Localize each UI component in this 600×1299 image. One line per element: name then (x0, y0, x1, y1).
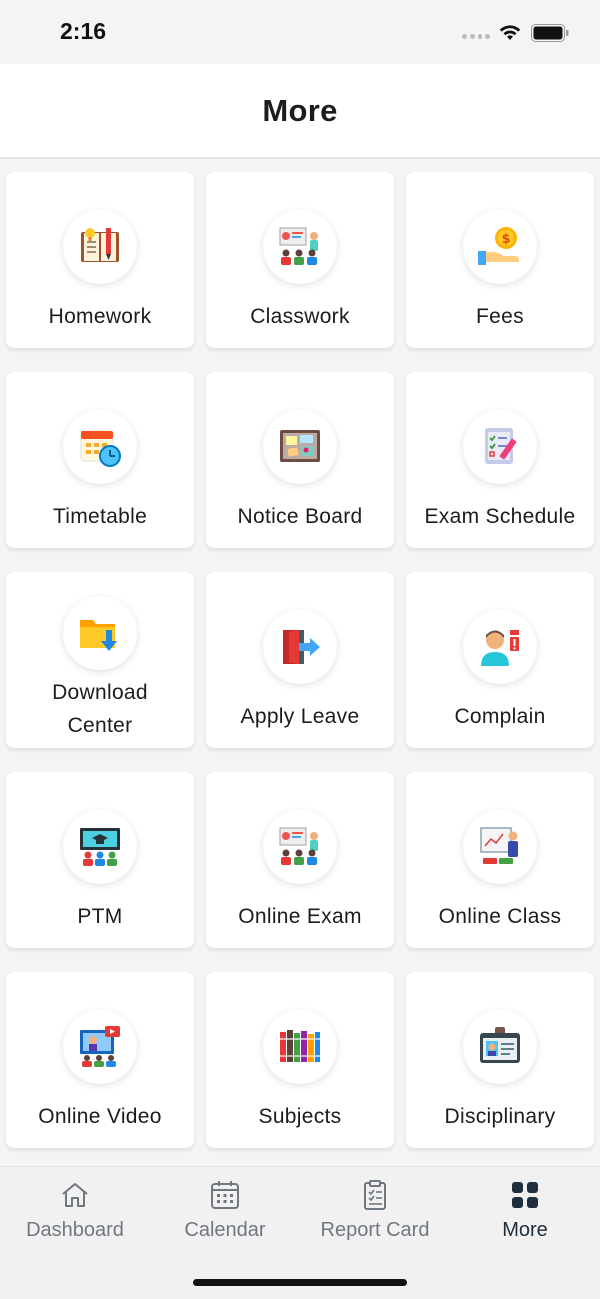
menu-tile-label-line1: Download (52, 681, 148, 704)
menu-tile-apply-leave[interactable]: Apply Leave (206, 572, 394, 748)
tab-label: More (502, 1219, 548, 1241)
menu-tile-label: Exam Schedule (424, 505, 576, 528)
wifi-icon (499, 25, 521, 40)
tab-more[interactable]: More (450, 1179, 600, 1249)
menu-tile-classwork[interactable]: Classwork (206, 172, 394, 348)
graduation-screen-icon (63, 810, 137, 884)
grid-icon (512, 1182, 538, 1208)
menu-tile-notice-board[interactable]: Notice Board (206, 372, 394, 548)
menu-tile-label: Subjects (258, 1105, 342, 1128)
menu-tile-label: Fees (476, 305, 524, 328)
svg-text:$: $ (501, 232, 510, 247)
checklist-pencil-icon (463, 410, 537, 484)
menu-tile-online-exam[interactable]: Online Exam (206, 772, 394, 948)
menu-tile-label: Timetable (52, 505, 148, 528)
menu-tile-disciplinary[interactable]: Disciplinary (406, 972, 594, 1148)
menu-tile-label: Apply Leave (240, 705, 360, 728)
menu-tile-label: Online Video (38, 1105, 162, 1128)
tab-label: Dashboard (26, 1219, 124, 1241)
menu-tile-timetable[interactable]: Timetable (6, 372, 194, 548)
menu-tile-label: Homework (48, 305, 152, 328)
notice-board-icon (263, 410, 337, 484)
tab-dashboard[interactable]: Dashboard (0, 1179, 150, 1249)
clipboard-icon (364, 1180, 386, 1210)
signal-icon (462, 34, 490, 42)
menu-tile-download-center[interactable]: Download Center (6, 572, 194, 748)
menu-grid: Homework Classwork $ Fees Timetable Noti… (0, 160, 600, 1166)
calendar-clock-icon (63, 410, 137, 484)
menu-tile-online-video[interactable]: Online Video (6, 972, 194, 1148)
books-icon (263, 1010, 337, 1084)
tab-report-card[interactable]: Report Card (300, 1179, 450, 1249)
menu-tile-label: Classwork (250, 305, 350, 328)
coin-hand-icon: $ (463, 210, 537, 284)
battery-icon (531, 24, 569, 42)
homework-book-icon (63, 210, 137, 284)
id-card-icon (463, 1010, 537, 1084)
tab-label: Report Card (320, 1219, 430, 1241)
home-icon (62, 1183, 88, 1207)
menu-tile-label: Online Class (438, 905, 562, 928)
menu-tile-label: Online Exam (238, 905, 362, 928)
menu-tile-label: Complain (454, 705, 546, 728)
folder-download-icon (63, 596, 137, 670)
person-alert-icon (463, 610, 537, 684)
calendar-icon (211, 1181, 239, 1209)
menu-tile-label: Notice Board (237, 505, 363, 528)
page-title: More (262, 92, 338, 128)
menu-tile-label: Download Center (52, 676, 148, 742)
menu-tile-subjects[interactable]: Subjects (206, 972, 394, 1148)
video-presentation-icon (63, 1010, 137, 1084)
menu-tile-label: Disciplinary (444, 1105, 556, 1128)
menu-tile-label-line2: Center (67, 714, 133, 737)
menu-tile-complain[interactable]: Complain (406, 572, 594, 748)
teacher-whiteboard-icon (463, 810, 537, 884)
menu-tile-homework[interactable]: Homework (6, 172, 194, 348)
home-indicator[interactable] (193, 1279, 407, 1286)
status-bar: 2:16 (0, 0, 600, 64)
menu-tile-exam-schedule[interactable]: Exam Schedule (406, 372, 594, 548)
app-header: More (0, 64, 600, 159)
menu-tile-fees[interactable]: $ Fees (406, 172, 594, 348)
status-time: 2:16 (60, 18, 107, 44)
classroom-icon (263, 210, 337, 284)
menu-tile-ptm[interactable]: PTM (6, 772, 194, 948)
menu-tile-label: PTM (77, 905, 123, 928)
classroom-icon (263, 810, 337, 884)
tab-calendar[interactable]: Calendar (150, 1179, 300, 1249)
tab-label: Calendar (184, 1219, 266, 1241)
exit-door-icon (263, 610, 337, 684)
menu-tile-online-class[interactable]: Online Class (406, 772, 594, 948)
